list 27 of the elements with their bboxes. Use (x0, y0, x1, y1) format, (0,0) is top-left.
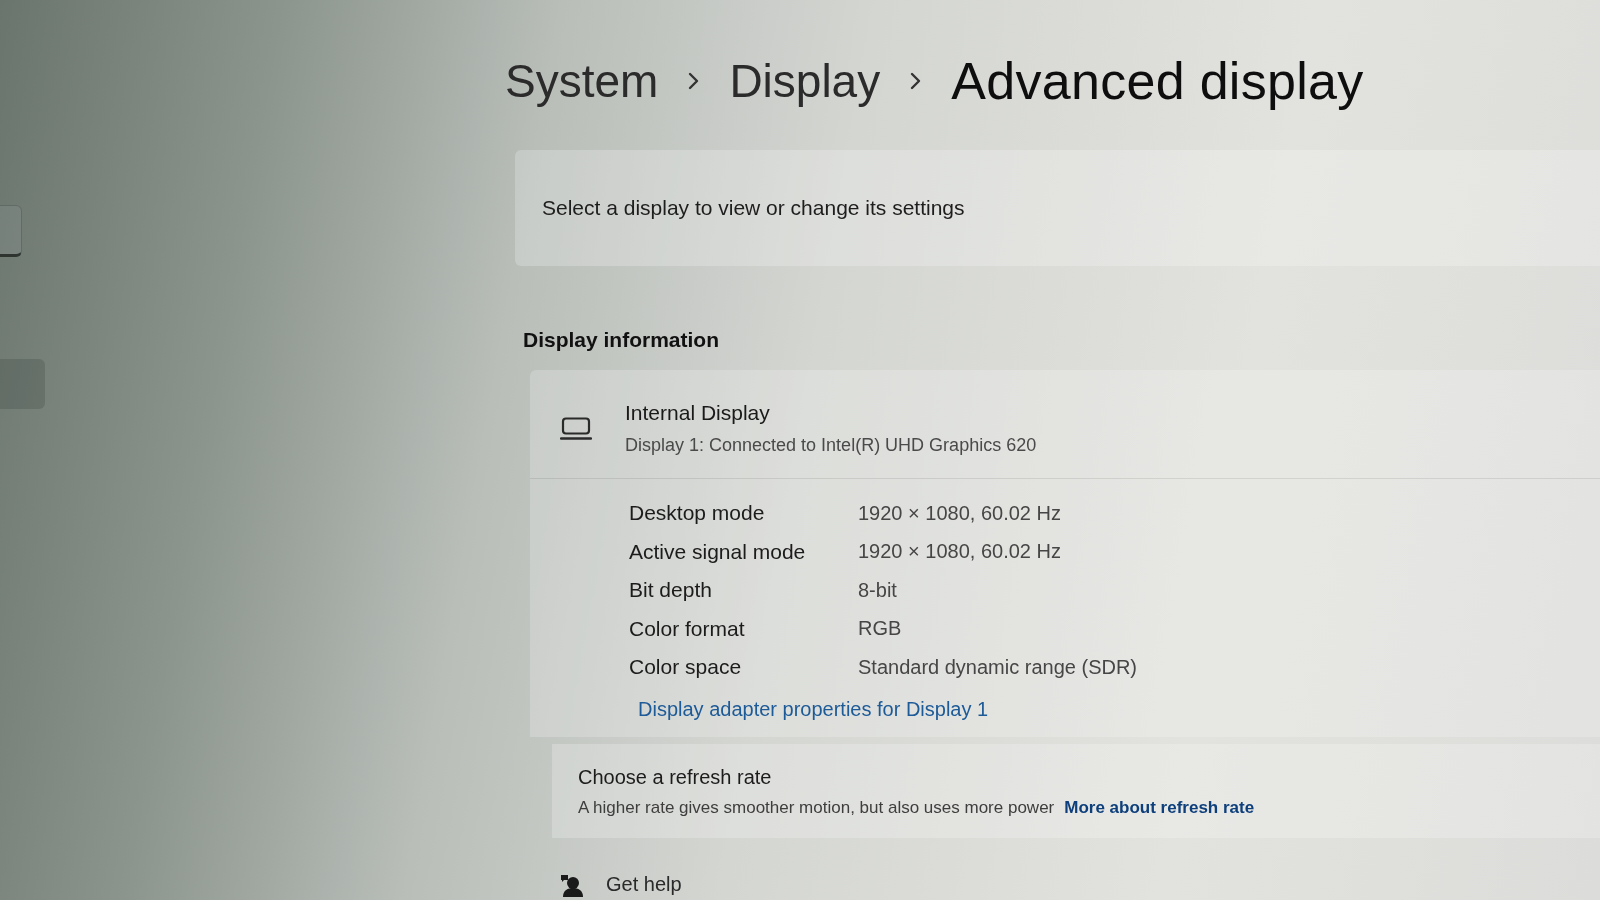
display-description: Display 1: Connected to Intel(R) UHD Graphics 620 (625, 435, 1037, 456)
section-heading: Display information (523, 328, 720, 352)
property-label: Color format (629, 616, 745, 641)
property-value: 8-bit (858, 578, 897, 602)
property-label: Color space (629, 655, 742, 680)
property-label: Active signal mode (629, 539, 806, 564)
page-title: Advanced display (951, 51, 1364, 111)
chevron-icon (688, 72, 700, 90)
adapter-properties-link[interactable]: Display adapter properties for Display 1 (638, 697, 989, 720)
property-value: Standard dynamic range (SDR) (858, 655, 1137, 679)
breadcrumb-link[interactable]: Display (729, 54, 881, 108)
property-value: 1920 × 1080, 60.02 Hz (858, 501, 1061, 525)
refresh-rate-link[interactable]: More about refresh rate (1064, 797, 1255, 818)
refresh-rate-title: Choose a refresh rate (578, 765, 772, 789)
display-name: Internal Display (625, 401, 770, 425)
get-help-link[interactable]: Get help (606, 873, 682, 896)
property-value: RGB (858, 617, 902, 641)
breadcrumb-link[interactable]: System (505, 54, 659, 108)
chevron-icon (910, 72, 922, 90)
property-label: Bit depth (629, 578, 712, 603)
laptop-icon (560, 416, 592, 441)
display-select-label: Select a display to view or change its settings (542, 196, 965, 220)
person-chat-icon (560, 872, 584, 897)
property-label: Desktop mode (629, 501, 765, 526)
property-value: 1920 × 1080, 60.02 Hz (858, 540, 1061, 564)
search-field[interactable] (0, 205, 22, 257)
refresh-rate-description: A higher rate gives smoother motion, but also uses more power (578, 797, 1055, 818)
